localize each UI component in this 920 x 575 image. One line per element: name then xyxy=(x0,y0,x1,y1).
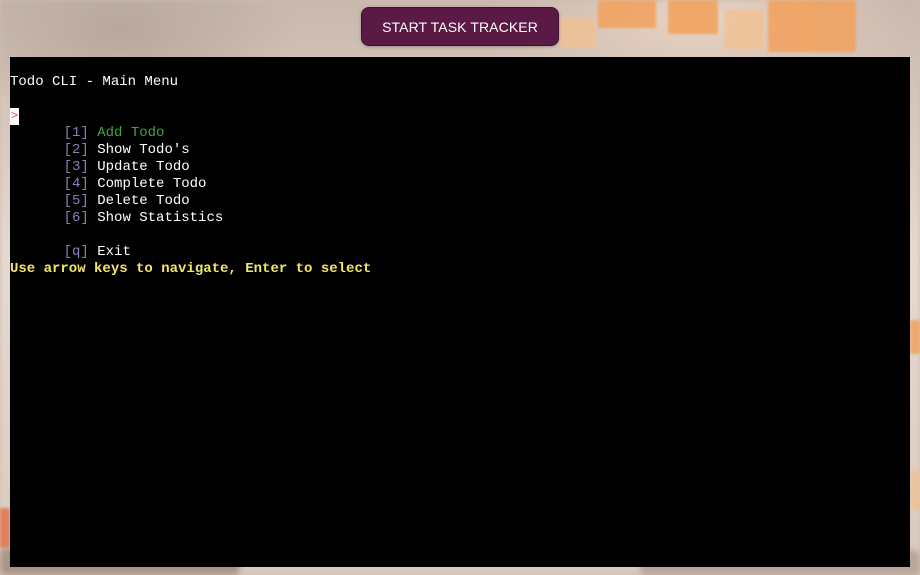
menu-item-label: Exit xyxy=(97,244,131,260)
start-task-tracker-button[interactable]: START TASK TRACKER xyxy=(361,7,559,46)
menu-item-key: [6] xyxy=(63,210,89,226)
selection-cursor: > xyxy=(10,108,19,125)
background-sticky-note xyxy=(668,0,718,34)
background-sticky-note xyxy=(910,470,920,510)
menu-item-show-statistics[interactable]: [6] Show Statistics xyxy=(30,193,224,226)
menu-item-add-todo[interactable]: [1] Add Todo xyxy=(30,108,165,141)
background-sticky-note xyxy=(768,0,856,52)
background-sticky-note xyxy=(560,18,596,48)
navigation-hint: Use arrow keys to navigate, Enter to sel… xyxy=(10,261,372,277)
menu-item-key: [q] xyxy=(63,244,89,260)
background-sticky-note xyxy=(910,320,920,354)
background-sticky-note xyxy=(598,0,656,28)
menu-item-label: Show Statistics xyxy=(97,210,224,226)
background-sticky-note xyxy=(724,10,764,50)
menu-item-delete-todo[interactable]: [5] Delete Todo xyxy=(30,176,190,209)
menu-item-update-todo[interactable]: [3] Update Todo xyxy=(30,142,190,175)
terminal-window[interactable]: Todo CLI - Main Menu > [1] Add Todo [2] … xyxy=(10,57,910,567)
menu-title: Todo CLI - Main Menu xyxy=(10,74,179,90)
menu-item-exit[interactable]: [q] Exit xyxy=(30,227,131,260)
menu-item-show-todos[interactable]: [2] Show Todo's xyxy=(30,125,190,158)
background-sticky-note xyxy=(0,508,10,548)
menu-item-complete-todo[interactable]: [4] Complete Todo xyxy=(30,159,207,192)
